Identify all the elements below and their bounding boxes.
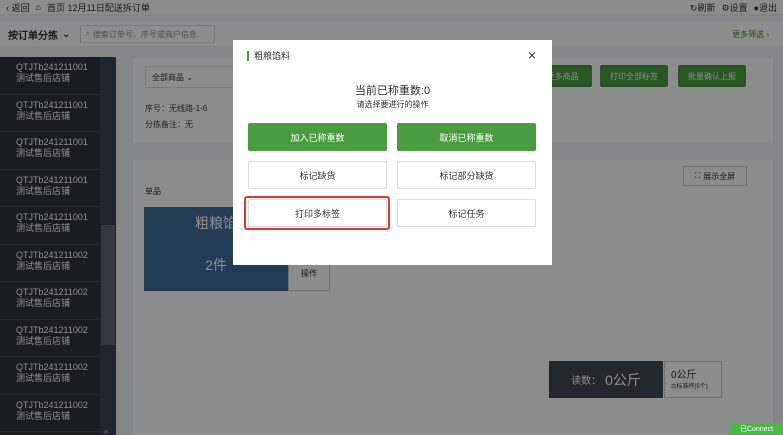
goods-action-dialog: 粗粮馅料 × 当前已称重数:0 请选择要进行的操作 加入已称重数 取消已称重数 … [233,40,552,265]
close-icon[interactable]: × [528,47,536,63]
choose-hint: 请选择要进行的操作 [356,100,429,109]
current-weighed-count: 当前已称重数:0 [354,85,431,97]
dialog-title: 粗粮馅料 [254,51,291,61]
highlight-box [244,196,390,230]
add-weighed-button[interactable]: 加入已称重数 [248,123,387,151]
connect-badge: 已Connect [730,423,783,435]
mark-out-of-stock-button[interactable]: 标记缺货 [248,161,387,189]
mark-task-button[interactable]: 标记任务 [397,199,536,227]
dialog-header: 粗粮馅料 [247,49,290,62]
cancel-weighed-button[interactable]: 取消已称重数 [397,123,536,151]
title-accent-bar [247,50,249,61]
mark-partial-out-of-stock-button[interactable]: 标记部分缺货 [397,161,536,189]
